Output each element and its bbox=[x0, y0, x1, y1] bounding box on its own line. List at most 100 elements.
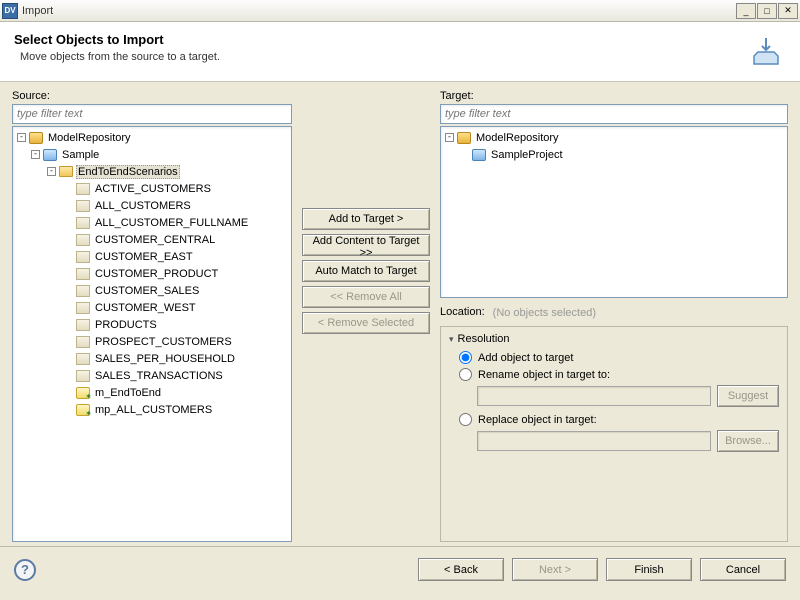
wizard-footer: ? < Back Next > Finish Cancel bbox=[0, 546, 800, 592]
radio-add-object[interactable] bbox=[459, 351, 472, 364]
expander-icon[interactable]: - bbox=[31, 150, 40, 159]
tree-node-mapping[interactable]: m_EndToEnd bbox=[15, 384, 289, 401]
tree-node-item[interactable]: SALES_TRANSACTIONS bbox=[15, 367, 289, 384]
radio-replace-object-label: Replace object in target: bbox=[478, 414, 597, 426]
repository-icon bbox=[29, 132, 43, 144]
tree-node-item[interactable]: CUSTOMER_CENTRAL bbox=[15, 231, 289, 248]
mapping-icon bbox=[76, 404, 90, 416]
data-object-icon bbox=[76, 302, 90, 314]
data-object-icon bbox=[76, 234, 90, 246]
location-label: Location: bbox=[440, 306, 485, 318]
project-icon bbox=[43, 149, 57, 161]
remove-selected-button: < Remove Selected bbox=[302, 312, 430, 334]
tree-label: CUSTOMER_SALES bbox=[93, 285, 201, 297]
source-tree[interactable]: - ModelRepository - Sample - EndToEndSce… bbox=[12, 126, 292, 542]
tree-label: ACTIVE_CUSTOMERS bbox=[93, 183, 213, 195]
data-object-icon bbox=[76, 353, 90, 365]
collapse-icon[interactable]: ▾ bbox=[449, 334, 454, 345]
tree-label: CUSTOMER_EAST bbox=[93, 251, 195, 263]
expander-icon[interactable]: - bbox=[445, 133, 454, 142]
tree-label: SampleProject bbox=[489, 149, 565, 161]
app-icon: DV bbox=[2, 3, 18, 19]
window-title: Import bbox=[22, 5, 735, 17]
tree-node-item[interactable]: CUSTOMER_EAST bbox=[15, 248, 289, 265]
tree-label: ModelRepository bbox=[474, 132, 561, 144]
auto-match-button[interactable]: Auto Match to Target bbox=[302, 260, 430, 282]
data-object-icon bbox=[76, 285, 90, 297]
tree-node-item[interactable]: ACTIVE_CUSTOMERS bbox=[15, 180, 289, 197]
minimize-button[interactable]: _ bbox=[736, 3, 756, 19]
tree-node-item[interactable]: PRODUCTS bbox=[15, 316, 289, 333]
back-button[interactable]: < Back bbox=[418, 558, 504, 581]
browse-button: Browse... bbox=[717, 430, 779, 452]
help-icon[interactable]: ? bbox=[14, 559, 36, 581]
project-icon bbox=[472, 149, 486, 161]
add-content-to-target-button[interactable]: Add Content to Target >> bbox=[302, 234, 430, 256]
tree-label: CUSTOMER_CENTRAL bbox=[93, 234, 217, 246]
suggest-button: Suggest bbox=[717, 385, 779, 407]
data-object-icon bbox=[76, 183, 90, 195]
tree-node-mapping[interactable]: mp_ALL_CUSTOMERS bbox=[15, 401, 289, 418]
data-object-icon bbox=[76, 200, 90, 212]
tree-label: CUSTOMER_PRODUCT bbox=[93, 268, 220, 280]
data-object-icon bbox=[76, 319, 90, 331]
data-object-icon bbox=[76, 217, 90, 229]
expander-icon[interactable]: - bbox=[17, 133, 26, 142]
tree-node-item[interactable]: ALL_CUSTOMERS bbox=[15, 197, 289, 214]
tree-node-folder[interactable]: - EndToEndScenarios bbox=[15, 163, 289, 180]
tree-label: EndToEndScenarios bbox=[76, 165, 180, 179]
tree-node-item[interactable]: SALES_PER_HOUSEHOLD bbox=[15, 350, 289, 367]
tree-node-item[interactable]: CUSTOMER_WEST bbox=[15, 299, 289, 316]
radio-replace-object[interactable] bbox=[459, 413, 472, 426]
rename-input bbox=[477, 386, 711, 406]
location-value: (No objects selected) bbox=[493, 307, 596, 319]
tree-node-repo[interactable]: - ModelRepository bbox=[443, 129, 785, 146]
tree-label: SALES_PER_HOUSEHOLD bbox=[93, 353, 237, 365]
data-object-icon bbox=[76, 268, 90, 280]
maximize-button[interactable]: □ bbox=[757, 3, 777, 19]
target-label: Target: bbox=[440, 90, 788, 102]
replace-input bbox=[477, 431, 711, 451]
tree-label: mp_ALL_CUSTOMERS bbox=[93, 404, 214, 416]
folder-icon bbox=[59, 166, 73, 177]
radio-rename-object-label: Rename object in target to: bbox=[478, 369, 610, 381]
data-object-icon bbox=[76, 336, 90, 348]
resolution-group-label: Resolution bbox=[458, 333, 510, 345]
tree-node-project[interactable]: SampleProject bbox=[443, 146, 785, 163]
radio-rename-object[interactable] bbox=[459, 368, 472, 381]
target-filter-input[interactable] bbox=[440, 104, 788, 124]
tree-label: Sample bbox=[60, 149, 101, 161]
target-tree[interactable]: - ModelRepository SampleProject bbox=[440, 126, 788, 298]
tree-label: PRODUCTS bbox=[93, 319, 159, 331]
import-icon bbox=[746, 32, 786, 72]
finish-button[interactable]: Finish bbox=[606, 558, 692, 581]
tree-label: ModelRepository bbox=[46, 132, 133, 144]
source-label: Source: bbox=[12, 90, 292, 102]
remove-all-button: << Remove All bbox=[302, 286, 430, 308]
data-object-icon bbox=[76, 370, 90, 382]
page-subtitle: Move objects from the source to a target… bbox=[20, 51, 746, 63]
tree-label: SALES_TRANSACTIONS bbox=[93, 370, 225, 382]
source-filter-input[interactable] bbox=[12, 104, 292, 124]
radio-add-object-label: Add object to target bbox=[478, 352, 573, 364]
tree-node-item[interactable]: ALL_CUSTOMER_FULLNAME bbox=[15, 214, 289, 231]
tree-node-item[interactable]: PROSPECT_CUSTOMERS bbox=[15, 333, 289, 350]
tree-node-project[interactable]: - Sample bbox=[15, 146, 289, 163]
expander-icon[interactable]: - bbox=[47, 167, 56, 176]
tree-label: ALL_CUSTOMERS bbox=[93, 200, 193, 212]
titlebar: DV Import _ □ ✕ bbox=[0, 0, 800, 22]
tree-label: ALL_CUSTOMER_FULLNAME bbox=[93, 217, 250, 229]
tree-node-item[interactable]: CUSTOMER_SALES bbox=[15, 282, 289, 299]
cancel-button[interactable]: Cancel bbox=[700, 558, 786, 581]
tree-node-item[interactable]: CUSTOMER_PRODUCT bbox=[15, 265, 289, 282]
data-object-icon bbox=[76, 251, 90, 263]
mapping-icon bbox=[76, 387, 90, 399]
repository-icon bbox=[457, 132, 471, 144]
tree-label: PROSPECT_CUSTOMERS bbox=[93, 336, 234, 348]
close-button[interactable]: ✕ bbox=[778, 3, 798, 19]
page-title: Select Objects to Import bbox=[14, 32, 746, 47]
wizard-header: Select Objects to Import Move objects fr… bbox=[0, 22, 800, 82]
add-to-target-button[interactable]: Add to Target > bbox=[302, 208, 430, 230]
tree-node-repo[interactable]: - ModelRepository bbox=[15, 129, 289, 146]
tree-label: CUSTOMER_WEST bbox=[93, 302, 198, 314]
